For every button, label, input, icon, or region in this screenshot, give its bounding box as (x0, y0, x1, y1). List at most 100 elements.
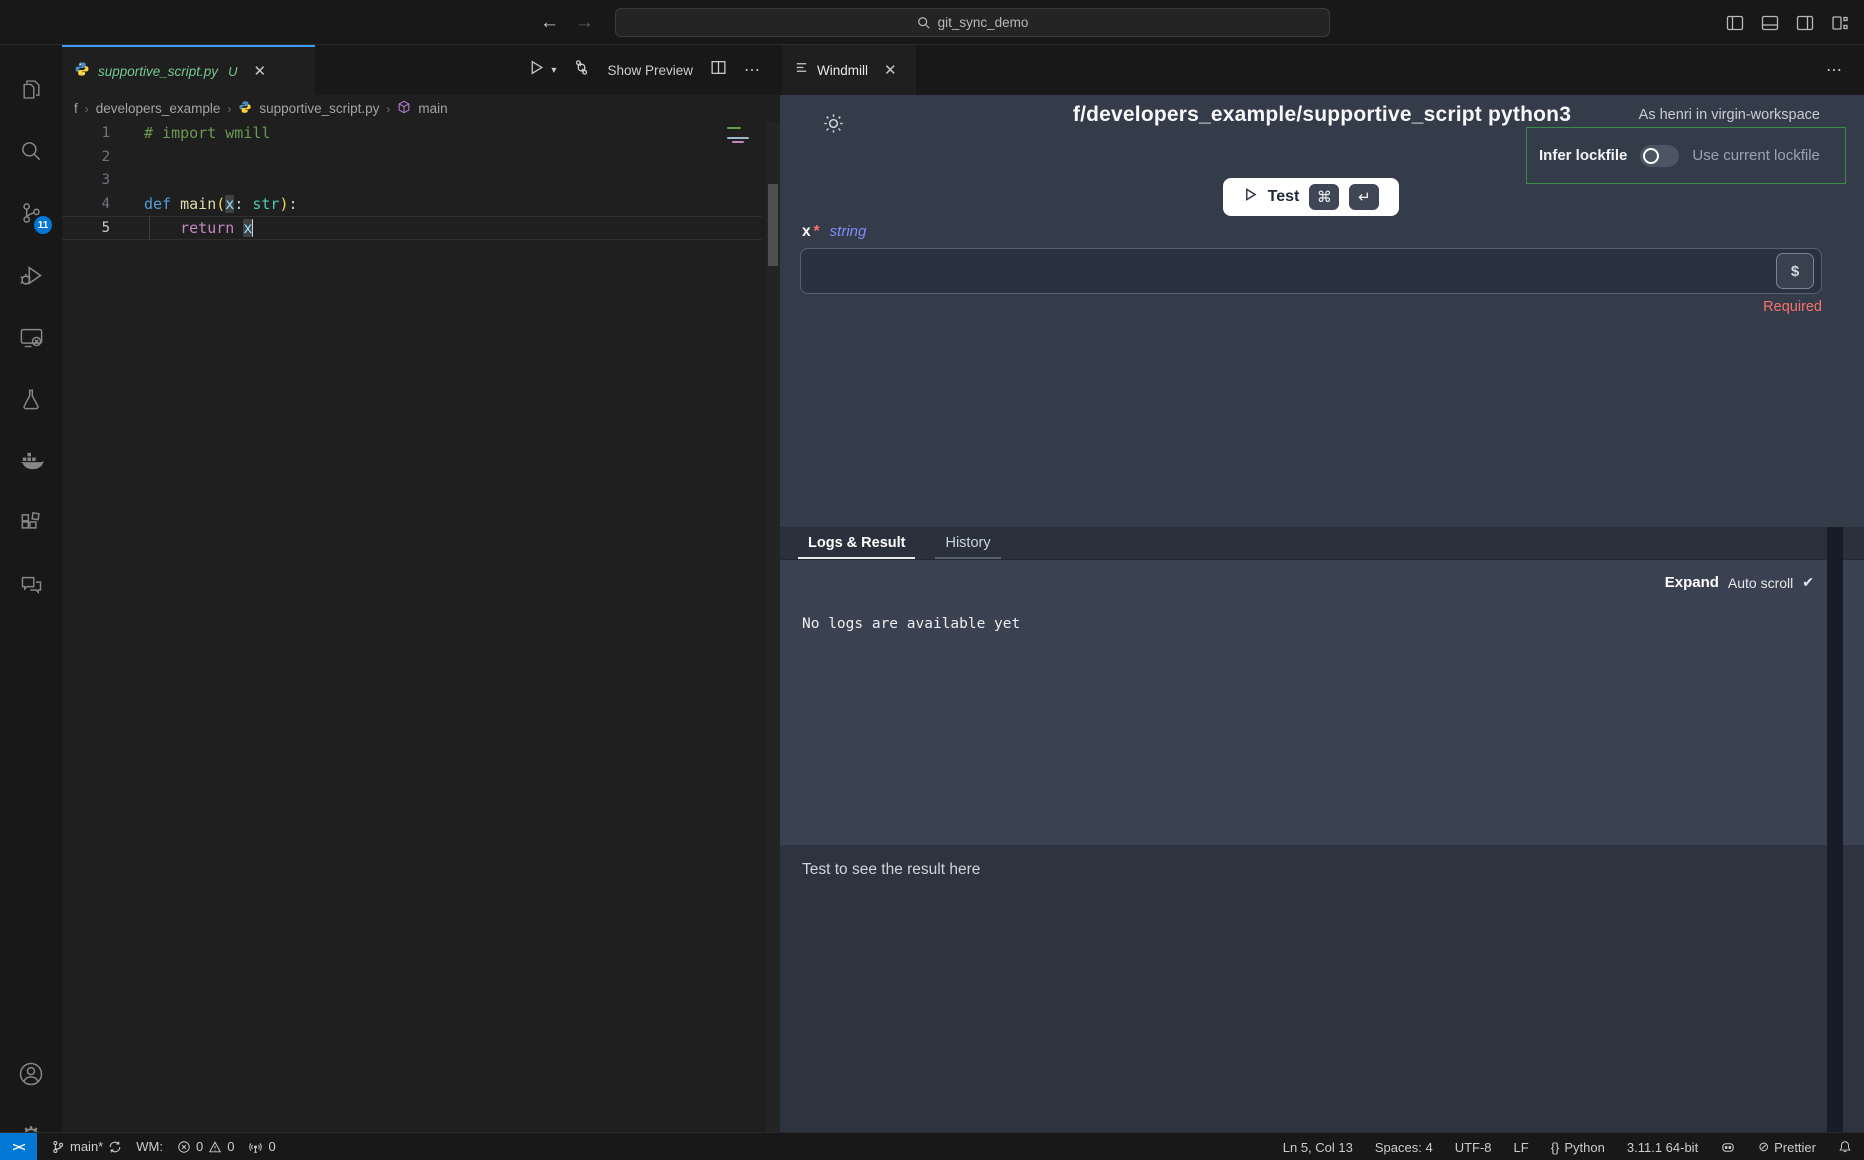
chat-icon[interactable] (0, 559, 62, 611)
source-control-icon[interactable]: 11 (0, 187, 62, 239)
account-icon[interactable] (0, 1048, 62, 1100)
code-text: return x (110, 217, 253, 239)
lockfile-option-box: Infer lockfile Use current lockfile (1526, 127, 1846, 184)
lockfile-toggle[interactable] (1640, 145, 1679, 167)
nav-back-icon[interactable]: ← (540, 12, 559, 34)
wm-label: WM: (136, 1139, 163, 1154)
code-line[interactable]: 4def main(x: str): (62, 193, 762, 217)
symbol-cube-icon (397, 100, 411, 117)
customize-layout-icon[interactable] (1830, 13, 1850, 33)
code-line[interactable]: 2 (62, 146, 762, 170)
tab-close-icon[interactable]: ✕ (884, 61, 897, 79)
breadcrumb-root[interactable]: f (74, 101, 78, 116)
git-branch-item[interactable]: main* (51, 1139, 122, 1154)
ports-item[interactable]: 0 (248, 1139, 275, 1154)
tab-logs-result[interactable]: Logs & Result (808, 535, 905, 559)
tab-supportive-script[interactable]: supportive_script.py U ✕ (62, 45, 315, 95)
windmill-status-item[interactable]: WM: (136, 1139, 163, 1154)
breadcrumb-folder[interactable]: developers_example (96, 101, 221, 116)
nav-forward-icon[interactable]: → (575, 12, 594, 34)
editor-more-actions-icon[interactable]: ⋯ (744, 60, 760, 80)
breadcrumb-symbol[interactable]: main (418, 101, 447, 116)
line-number: 4 (62, 193, 110, 217)
docker-icon[interactable] (0, 435, 62, 487)
ports-count: 0 (268, 1139, 275, 1154)
show-preview-button[interactable]: Show Preview (607, 63, 693, 78)
toggle-panel-icon[interactable] (1760, 13, 1780, 33)
webview-scrollbar[interactable] (1827, 527, 1843, 1132)
toggle-secondary-sidebar-icon[interactable] (1795, 13, 1815, 33)
branch-name: main* (70, 1139, 103, 1154)
code-text: def main(x: str): (110, 193, 298, 217)
code-line[interactable]: 3 (62, 169, 762, 193)
result-section: Test to see the result here (780, 845, 1864, 1132)
extensions-icon[interactable] (0, 497, 62, 549)
run-dropdown-chevron-icon[interactable]: ▾ (551, 65, 556, 76)
result-placeholder: Test to see the result here (802, 861, 980, 879)
cursor-position-item[interactable]: Ln 5, Col 13 (1283, 1140, 1353, 1155)
global-search-icon[interactable] (0, 125, 62, 177)
test-button[interactable]: Test ⌘ ↵ (1223, 178, 1399, 216)
scm-badge: 11 (34, 216, 52, 234)
title-bar: ← → git_sync_demo (0, 0, 1864, 45)
argument-input[interactable]: $ (800, 248, 1822, 294)
tab-close-icon[interactable]: ✕ (253, 62, 266, 80)
code-text (110, 146, 144, 170)
panel-more-actions-icon[interactable]: ⋯ (1826, 45, 1844, 95)
editor-scrollbar[interactable] (766, 122, 780, 1132)
line-number: 2 (62, 146, 110, 170)
split-editor-icon[interactable] (710, 59, 727, 81)
variable-picker-button[interactable]: $ (1776, 253, 1814, 289)
logs-section: Expand Auto scroll ✔ No logs are availab… (780, 560, 1864, 845)
prettier-item[interactable]: ⊘ Prettier (1758, 1139, 1816, 1155)
code-text: # import wmill (110, 122, 270, 146)
code-line[interactable]: 1# import wmill (62, 122, 762, 146)
search-input[interactable]: git_sync_demo (615, 8, 1330, 37)
code-editor[interactable]: 1# import wmill234def main(x: str):5 ret… (62, 122, 780, 1132)
run-debug-icon[interactable] (0, 249, 62, 301)
error-icon (177, 1140, 191, 1154)
braces-icon: {} (1551, 1140, 1560, 1155)
copilot-icon (1720, 1140, 1736, 1155)
toggle-primary-sidebar-icon[interactable] (1725, 13, 1745, 33)
webview-list-icon (794, 60, 809, 80)
enter-key-icon: ↵ (1349, 184, 1379, 210)
scrollbar-handle[interactable] (768, 184, 778, 266)
indentation-item[interactable]: Spaces: 4 (1375, 1140, 1433, 1155)
remote-indicator[interactable]: >< (0, 1133, 37, 1160)
remote-explorer-icon[interactable] (0, 311, 62, 363)
required-star: * (814, 223, 820, 241)
git-compare-icon[interactable] (573, 59, 590, 81)
activity-bar: 11 ⚙ (0, 45, 62, 1132)
autoscroll-check-icon[interactable]: ✔ (1802, 574, 1814, 591)
eol-item[interactable]: LF (1514, 1140, 1529, 1155)
python-interpreter-item[interactable]: 3.11.1 64-bit (1627, 1140, 1698, 1155)
breadcrumb-separator: › (386, 102, 390, 116)
breadcrumb-separator: › (85, 102, 89, 116)
run-python-file-icon[interactable] (528, 59, 545, 81)
minimap[interactable] (724, 124, 758, 174)
autoscroll-label[interactable]: Auto scroll (1728, 575, 1793, 591)
result-tabs: Logs & Result History (780, 527, 1864, 560)
breadcrumb-file[interactable]: supportive_script.py (259, 101, 379, 116)
tab-title: Windmill (817, 63, 868, 78)
tab-windmill[interactable]: Windmill ✕ (782, 45, 916, 95)
language-mode-item[interactable]: {} Python (1551, 1140, 1605, 1155)
breadcrumb: f › developers_example › supportive_scri… (62, 95, 780, 122)
testing-icon[interactable] (0, 373, 62, 425)
windmill-run-section: f/developers_example/supportive_script p… (780, 95, 1864, 527)
code-line[interactable]: 5 return x (62, 216, 762, 240)
python-file-icon (238, 100, 252, 117)
status-bar: >< main* WM: 0 0 0 Ln 5, Col 13 Spaces: … (0, 1132, 1864, 1160)
editor-tab-bar: supportive_script.py U ✕ ▾ Show Preview … (62, 45, 780, 95)
logs-empty-message: No logs are available yet (802, 616, 1020, 632)
explorer-icon[interactable] (0, 63, 62, 115)
encoding-item[interactable]: UTF-8 (1455, 1140, 1492, 1155)
expand-button[interactable]: Expand (1665, 574, 1719, 591)
problems-item[interactable]: 0 0 (177, 1139, 234, 1154)
language-name: Python (1564, 1140, 1604, 1155)
notifications-item[interactable] (1838, 1140, 1852, 1154)
branch-icon (51, 1140, 65, 1154)
copilot-item[interactable] (1720, 1140, 1736, 1155)
tab-history[interactable]: History (945, 535, 990, 559)
